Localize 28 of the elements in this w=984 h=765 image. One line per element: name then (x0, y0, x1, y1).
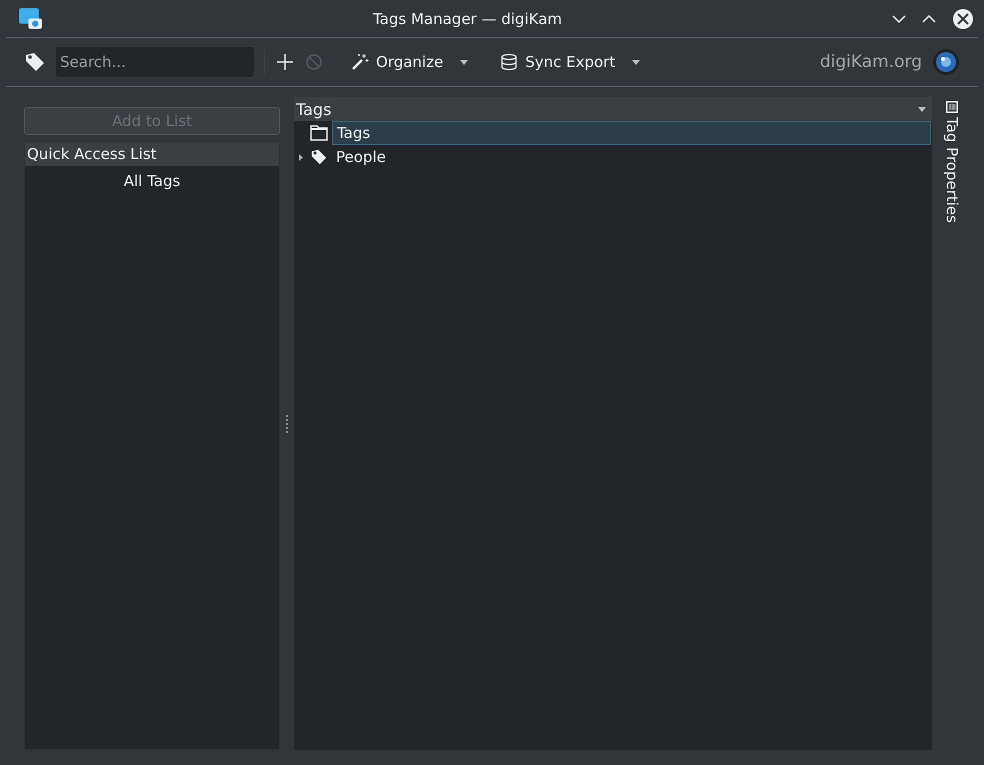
list-header: Quick Access List (25, 142, 279, 166)
caret-icon (918, 106, 926, 112)
toolbar-menu-button[interactable]: Organize (347, 53, 472, 71)
expand-arrow-icon[interactable] (298, 154, 304, 160)
lens-icon (932, 48, 960, 76)
folder-icon (310, 125, 328, 141)
close-icon[interactable] (952, 8, 974, 30)
caret-icon (632, 60, 640, 64)
search-field[interactable]: Search... (56, 47, 254, 77)
minimize-icon[interactable] (892, 14, 906, 24)
tree-item[interactable]: People (332, 146, 390, 168)
database-icon (500, 53, 518, 71)
tag-icon (310, 149, 328, 165)
tag-icon (24, 51, 46, 73)
caret-icon (460, 60, 468, 64)
side-tab[interactable]: Tag Properties (932, 97, 972, 750)
splitter-handle-icon[interactable] (286, 414, 288, 432)
add-icon[interactable] (275, 52, 295, 72)
column-header[interactable]: Tags (294, 97, 932, 121)
list-item[interactable]: All Tags (25, 166, 279, 196)
brand-link[interactable]: digiKam.org (820, 52, 922, 72)
tree-item[interactable]: Tags (332, 121, 931, 145)
wand-icon (351, 53, 369, 71)
app-icon (18, 7, 43, 30)
maximize-icon[interactable] (922, 14, 936, 24)
properties-icon (946, 101, 958, 113)
window-title: Tags Manager — digiKam (372, 10, 564, 28)
toolbar-menu-button[interactable]: Sync Export (496, 53, 644, 71)
